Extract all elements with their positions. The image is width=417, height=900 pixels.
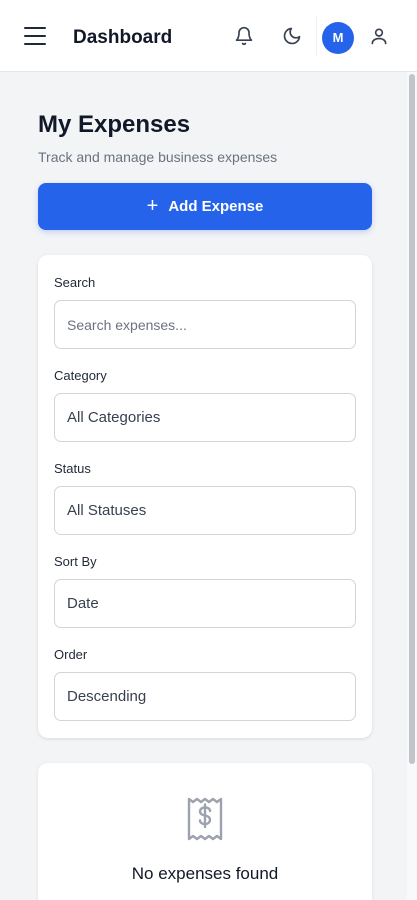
category-label: Category <box>54 368 107 383</box>
search-input[interactable] <box>67 301 355 348</box>
scrollbar-thumb[interactable] <box>409 74 415 764</box>
avatar[interactable]: M <box>322 22 354 54</box>
search-label: Search <box>54 275 96 290</box>
add-expense-button[interactable]: + Add Expense <box>38 183 372 230</box>
status-select[interactable]: All Statuses <box>54 486 356 535</box>
empty-state-card: No expenses found <box>38 763 372 900</box>
category-select[interactable]: All Categories <box>54 393 356 442</box>
menu-icon[interactable] <box>24 26 46 46</box>
app-frame: Dashboard M My Expenses Track and manage… <box>0 0 417 900</box>
plus-icon: + <box>146 194 159 217</box>
search-input-wrapper[interactable] <box>54 300 356 349</box>
bell-icon[interactable] <box>234 26 254 46</box>
sort-by-label: Sort By <box>54 554 97 569</box>
receipt-icon <box>185 796 225 842</box>
user-icon[interactable] <box>369 26 389 46</box>
order-select[interactable]: Descending <box>54 672 356 721</box>
add-expense-label: Add Expense <box>168 198 264 215</box>
moon-icon[interactable] <box>282 26 302 46</box>
order-label: Order <box>54 647 88 662</box>
page-subtitle: Track and manage business expenses <box>38 149 278 165</box>
page-title: My Expenses <box>38 111 191 138</box>
empty-state-message: No expenses found <box>131 864 279 883</box>
app-title: Dashboard <box>73 27 173 48</box>
filter-card: Search Category All Categories Status Al… <box>38 255 372 738</box>
status-label: Status <box>54 461 91 476</box>
top-bar: Dashboard M <box>0 0 417 72</box>
header-divider <box>316 16 317 56</box>
sort-by-select[interactable]: Date <box>54 579 356 628</box>
